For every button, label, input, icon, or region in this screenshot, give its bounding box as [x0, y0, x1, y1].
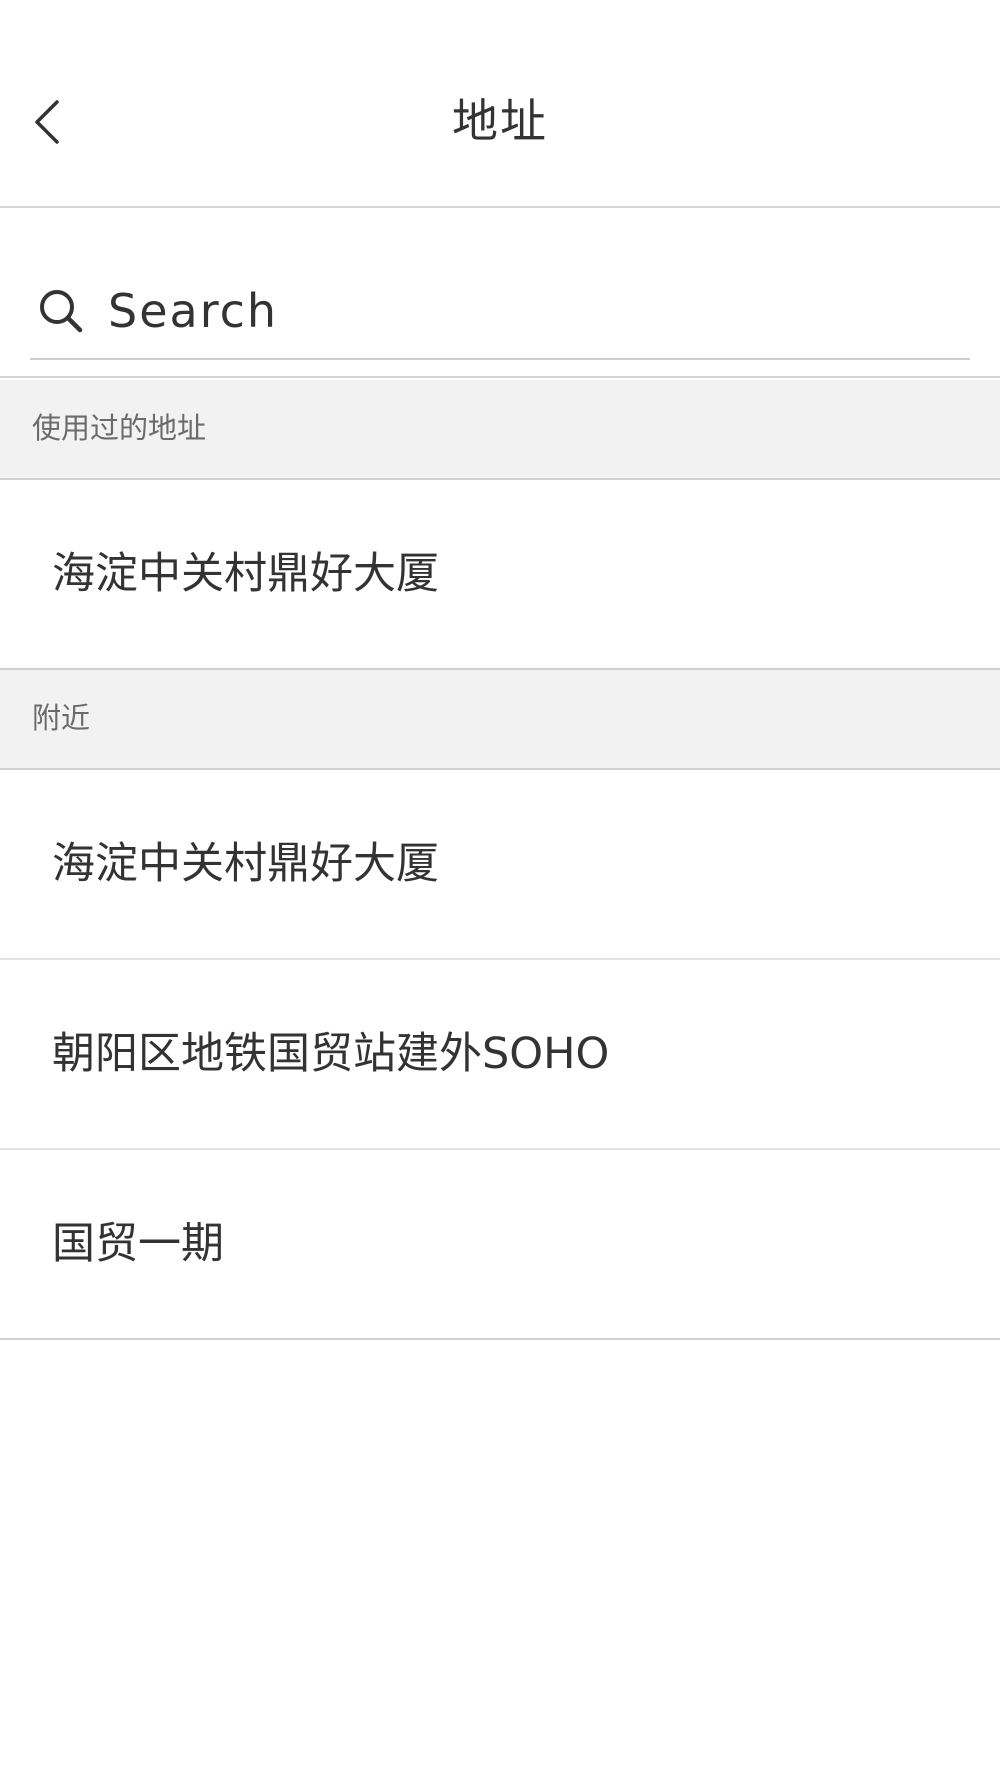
search-area — [0, 210, 1000, 378]
list-item[interactable]: 海淀中关村鼎好大厦 — [0, 480, 1000, 670]
address-screen: 地址 使用过的地址 海淀中关村鼎好大厦 附近 海淀中关村鼎好大厦 朝阳区地铁国贸… — [0, 0, 1000, 1770]
section-title-recent: 使用过的地址 — [32, 411, 207, 445]
search-box[interactable] — [30, 264, 970, 360]
section-header-nearby: 附近 — [0, 670, 1000, 770]
list-item[interactable]: 国贸一期 — [0, 1150, 1000, 1340]
list-item[interactable]: 朝阳区地铁国贸站建外SOHO — [0, 960, 1000, 1150]
navigation-bar: 地址 — [0, 0, 1000, 208]
list-item-label: 海淀中关村鼎好大厦 — [52, 549, 439, 599]
search-icon — [36, 286, 86, 336]
search-input[interactable] — [108, 271, 928, 351]
list-item-label: 朝阳区地铁国贸站建外SOHO — [52, 1029, 610, 1079]
list-item-label: 国贸一期 — [52, 1219, 224, 1269]
list-item[interactable]: 海淀中关村鼎好大厦 — [0, 770, 1000, 960]
section-title-nearby: 附近 — [32, 701, 91, 735]
section-header-recent: 使用过的地址 — [0, 380, 1000, 480]
list-item-label: 海淀中关村鼎好大厦 — [52, 839, 439, 889]
page-title: 地址 — [452, 94, 548, 148]
